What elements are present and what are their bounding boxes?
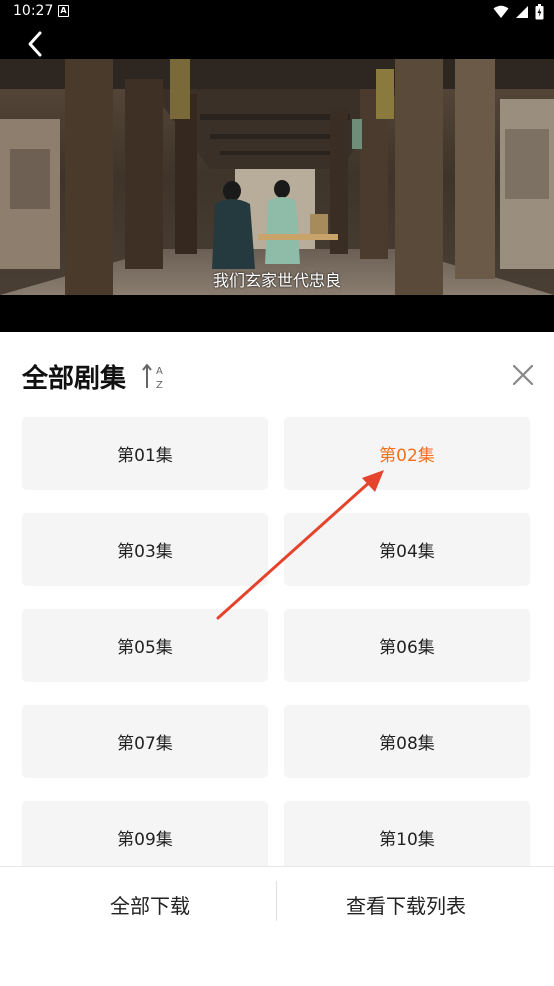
video-subtitle: 我们玄家世代忠良 <box>212 271 341 290</box>
episode-label: 第05集 <box>117 638 173 658</box>
episode-tile-10[interactable]: 第10集 <box>284 801 530 866</box>
signal-icon <box>516 6 528 18</box>
episode-tile-07[interactable]: 第07集 <box>22 705 268 778</box>
episode-tile-02[interactable]: 第02集 <box>284 417 530 490</box>
episode-label: 第03集 <box>117 542 173 562</box>
episode-label: 第10集 <box>379 830 435 850</box>
status-icons <box>493 4 544 20</box>
download-all-button[interactable]: 全部下载 <box>12 867 288 941</box>
episode-tile-01[interactable]: 第01集 <box>22 417 268 490</box>
notification-icon: A <box>58 5 69 17</box>
video-top-bar <box>0 24 554 59</box>
back-arrow-icon[interactable] <box>22 30 50 58</box>
bottom-action-bar: 全部下载 查看下载列表 <box>0 866 554 940</box>
app-root: 10:27 A 我们玄家世代忠良 全部剧集 A Z 第01集 第02集 第03集… <box>0 0 554 986</box>
status-time: 10:27 <box>13 3 54 19</box>
episode-tile-09[interactable]: 第09集 <box>22 801 268 866</box>
wifi-icon <box>493 5 509 18</box>
annotation-arrow <box>216 470 384 620</box>
episode-tile-08[interactable]: 第08集 <box>284 705 530 778</box>
episode-tile-05[interactable]: 第05集 <box>22 609 268 682</box>
episode-label: 第01集 <box>117 446 173 466</box>
video-bottom-bar <box>0 295 554 332</box>
episode-grid: 第01集 第02集 第03集 第04集 第05集 第06集 第07集 第08集 … <box>0 332 554 866</box>
episode-tile-03[interactable]: 第03集 <box>22 513 268 586</box>
episode-label: 第07集 <box>117 734 173 754</box>
status-bar: 10:27 A <box>0 0 554 24</box>
episode-label: 第02集 <box>379 446 435 466</box>
video-scene-image <box>0 59 554 295</box>
episode-label: 第06集 <box>379 638 435 658</box>
episode-label: 第09集 <box>117 830 173 850</box>
episode-panel: 全部剧集 A Z 第01集 第02集 第03集 第04集 第05集 第06集 第… <box>0 332 554 986</box>
episode-label: 第04集 <box>379 542 435 562</box>
episode-label: 第08集 <box>379 734 435 754</box>
video-player[interactable]: 我们玄家世代忠良 <box>0 59 554 295</box>
episode-tile-04[interactable]: 第04集 <box>284 513 530 586</box>
episode-tile-06[interactable]: 第06集 <box>284 609 530 682</box>
battery-icon <box>535 4 544 20</box>
view-download-list-button[interactable]: 查看下载列表 <box>268 867 544 941</box>
